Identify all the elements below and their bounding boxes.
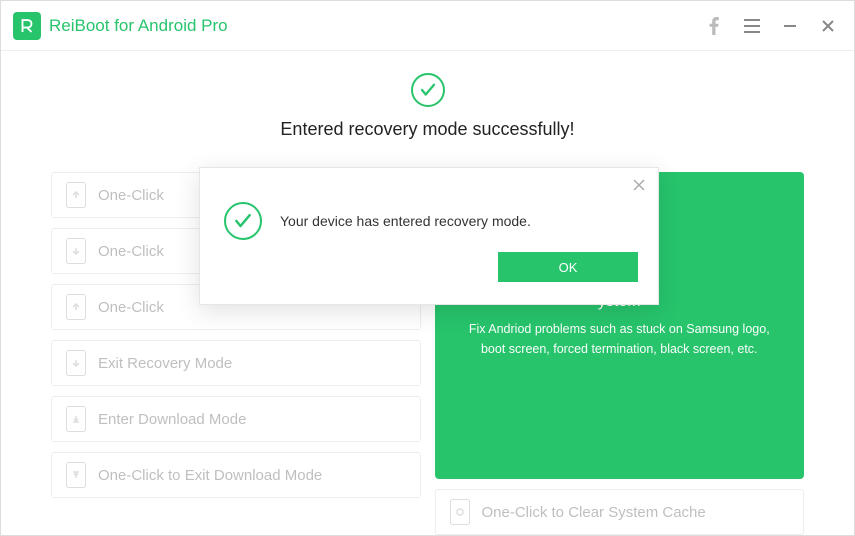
option-enter-download[interactable]: Enter Download Mode [51, 396, 421, 442]
modal-check-icon [224, 202, 262, 240]
status-message: Entered recovery mode successfully! [280, 119, 574, 140]
window-controls [704, 17, 842, 35]
app-window: ReiBoot for Android Pro Entered recovery… [0, 0, 855, 536]
option-label: One-Click [98, 243, 164, 260]
phone-up-icon [66, 462, 86, 488]
option-label: One-Click [98, 299, 164, 316]
app-title: ReiBoot for Android Pro [49, 16, 704, 36]
modal-ok-button[interactable]: OK [498, 252, 638, 282]
phone-down-icon [66, 238, 86, 264]
phone-up-icon [66, 182, 86, 208]
phone-down-icon [66, 350, 86, 376]
option-label: One-Click to Exit Download Mode [98, 467, 322, 484]
success-check-icon [411, 73, 445, 107]
option-exit-recovery[interactable]: Exit Recovery Mode [51, 340, 421, 386]
option-label: One-Click to Clear System Cache [482, 504, 706, 521]
option-label: One-Click [98, 187, 164, 204]
option-label: Enter Download Mode [98, 411, 246, 428]
success-modal: Your device has entered recovery mode. O… [199, 167, 659, 305]
modal-message: Your device has entered recovery mode. [280, 213, 531, 229]
option-clear-cache[interactable]: One-Click to Clear System Cache [435, 489, 805, 535]
minimize-button[interactable] [780, 19, 800, 33]
phone-download-icon [66, 406, 86, 432]
titlebar: ReiBoot for Android Pro [1, 1, 854, 51]
modal-body: Your device has entered recovery mode. [200, 168, 658, 252]
close-button[interactable] [818, 19, 838, 33]
modal-footer: OK [200, 252, 658, 296]
modal-close-button[interactable] [632, 178, 646, 197]
repair-card-description: Fix Andriod problems such as stuck on Sa… [461, 319, 779, 359]
phone-clear-icon [450, 499, 470, 525]
app-logo-icon [13, 12, 41, 40]
menu-icon[interactable] [742, 19, 762, 33]
option-exit-download[interactable]: One-Click to Exit Download Mode [51, 452, 421, 498]
status-header: Entered recovery mode successfully! [1, 51, 854, 156]
phone-up-icon [66, 294, 86, 320]
facebook-icon[interactable] [704, 17, 724, 35]
option-label: Exit Recovery Mode [98, 355, 232, 372]
